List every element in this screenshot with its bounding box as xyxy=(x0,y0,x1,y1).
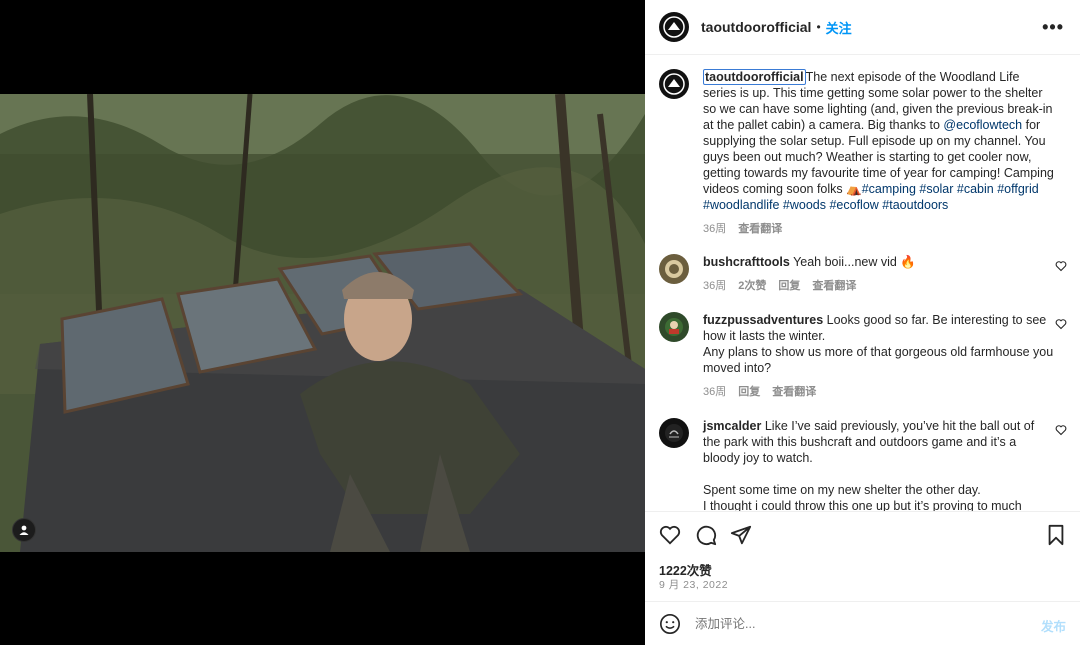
post-date: 9 月 23, 2022 xyxy=(659,579,729,591)
comment-meta: 36周 2次赞 回复 查看翻译 xyxy=(703,278,1055,294)
comment-text: jsmcalder Like I’ve said previously, you… xyxy=(703,418,1055,511)
like-comment-heart-icon[interactable] xyxy=(1055,424,1067,436)
like-heart-icon[interactable] xyxy=(659,524,681,546)
more-options-icon[interactable]: ••• xyxy=(1042,17,1064,38)
comment-author[interactable]: jsmcalder xyxy=(703,419,761,433)
comment-input[interactable] xyxy=(695,616,1025,631)
comment-likes[interactable]: 2次赞 xyxy=(738,280,766,292)
mention-link[interactable]: @ecoflowtech xyxy=(943,118,1022,132)
like-comment-heart-icon[interactable] xyxy=(1055,260,1067,272)
post-comment-button[interactable]: 发布 xyxy=(1041,616,1066,635)
action-bar xyxy=(645,511,1080,558)
post-panel: taoutdoorofficial • 关注 ••• taoutdooroffi… xyxy=(645,0,1080,645)
translate-button[interactable]: 查看翻译 xyxy=(812,280,856,292)
translate-button[interactable]: 查看翻译 xyxy=(738,223,782,235)
tagged-user-icon[interactable] xyxy=(12,518,36,542)
caption-author[interactable]: taoutdoorofficial xyxy=(703,69,806,85)
comment-content-2: Spent some time on my new shelter the ot… xyxy=(703,483,981,497)
comment-meta: 36周 回复 查看翻译 xyxy=(703,384,1055,400)
caption-meta: 36周 查看翻译 xyxy=(703,221,1055,237)
post-photo[interactable] xyxy=(0,94,645,552)
comment-author[interactable]: fuzzpussadventures xyxy=(703,313,823,327)
emoji-icon[interactable] xyxy=(659,613,681,635)
comment-content: Yeah boii...new vid 🔥 xyxy=(793,255,916,269)
caption-time[interactable]: 36周 xyxy=(703,223,726,235)
comment-author[interactable]: bushcrafttools xyxy=(703,255,790,269)
post-media[interactable] xyxy=(0,0,645,645)
comment-content-2: Any plans to show us more of that gorgeo… xyxy=(703,345,1054,375)
avatar[interactable] xyxy=(659,312,689,342)
add-comment-bar: 发布 xyxy=(645,601,1080,645)
share-icon[interactable] xyxy=(730,524,752,546)
like-comment-heart-icon[interactable] xyxy=(1055,318,1067,330)
caption-text: taoutdoorofficial The next episode of the… xyxy=(703,69,1055,237)
avatar[interactable] xyxy=(659,418,689,448)
reply-button[interactable]: 回复 xyxy=(778,280,800,292)
comment-text: bushcrafttools Yeah boii...new vid 🔥 36周… xyxy=(703,254,1055,294)
comment-icon[interactable] xyxy=(695,524,717,546)
comment-time[interactable]: 36周 xyxy=(703,280,726,292)
avatar[interactable] xyxy=(659,69,689,99)
avatar[interactable] xyxy=(659,12,689,42)
translate-button[interactable]: 查看翻译 xyxy=(772,386,816,398)
comments-list[interactable]: taoutdoorofficial The next episode of the… xyxy=(645,56,1080,511)
comment-content-3: I thought i could throw this one up but … xyxy=(703,499,1022,511)
reply-button[interactable]: 回复 xyxy=(738,386,760,398)
post-header: taoutdoorofficial • 关注 ••• xyxy=(645,0,1080,55)
comment-text: fuzzpussadventures Looks good so far. Be… xyxy=(703,312,1055,400)
bookmark-icon[interactable] xyxy=(1046,524,1066,546)
follow-button[interactable]: 关注 xyxy=(826,18,852,37)
comment-time[interactable]: 36周 xyxy=(703,386,726,398)
avatar[interactable] xyxy=(659,254,689,284)
separator-dot: • xyxy=(816,20,821,34)
author-handle[interactable]: taoutdoorofficial xyxy=(701,19,811,35)
